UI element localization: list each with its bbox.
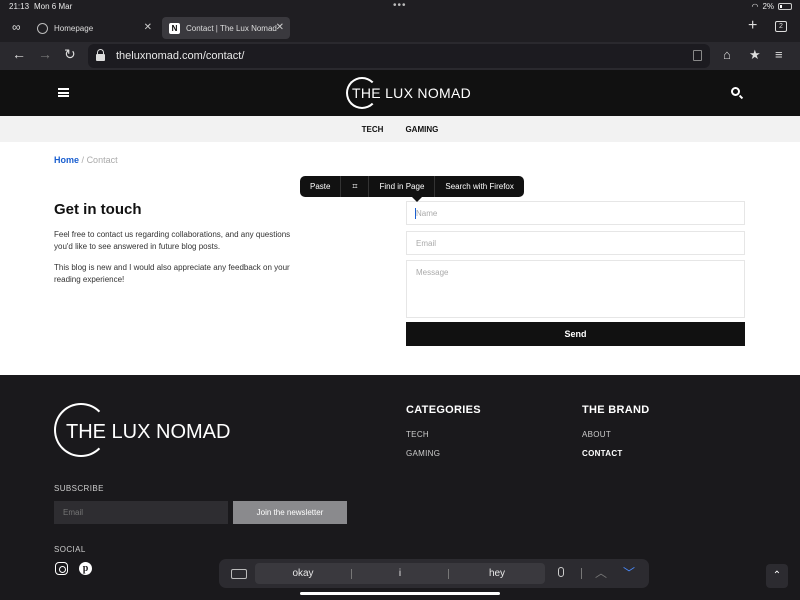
tab-count-button[interactable]: 2 bbox=[775, 21, 787, 32]
scroll-to-top-icon[interactable]: ⌃ bbox=[766, 564, 788, 588]
page-title: Get in touch bbox=[54, 201, 142, 218]
name-field[interactable]: Name bbox=[406, 201, 745, 225]
logo-text: THE LUX NOMAD bbox=[352, 85, 472, 101]
footer-link-about[interactable]: ABOUT bbox=[582, 430, 611, 439]
suggestion[interactable]: okay bbox=[255, 568, 351, 579]
footer-link-tech[interactable]: TECH bbox=[406, 430, 429, 439]
predictive-suggestions: okay i hey bbox=[255, 563, 545, 584]
reader-mode-icon[interactable] bbox=[693, 50, 702, 61]
battery-percent: 2% bbox=[762, 2, 774, 11]
tab-title: Contact | The Lux Nomad bbox=[186, 23, 277, 33]
hamburger-icon[interactable] bbox=[58, 88, 69, 97]
pinterest-icon[interactable]: p bbox=[79, 562, 92, 575]
breadcrumb-home[interactable]: Home bbox=[54, 155, 79, 165]
newsletter-email-input[interactable] bbox=[54, 501, 228, 524]
suggestion[interactable]: hey bbox=[449, 568, 545, 579]
message-field[interactable]: Message bbox=[406, 260, 745, 318]
close-tab-icon[interactable]: ✕ bbox=[144, 22, 152, 33]
status-right: ◠ 2% bbox=[751, 2, 792, 11]
tab-homepage[interactable]: Homepage ✕ bbox=[30, 17, 158, 39]
intro-paragraph: Feel free to contact us regarding collab… bbox=[54, 230, 291, 251]
new-tab-icon[interactable]: + bbox=[748, 17, 757, 35]
private-mode-icon[interactable]: ∞ bbox=[12, 20, 21, 34]
footer-link-gaming[interactable]: GAMING bbox=[406, 449, 440, 458]
multitask-dots-icon[interactable]: ••• bbox=[393, 0, 407, 11]
menu-icon[interactable]: ≡ bbox=[775, 47, 783, 62]
close-tab-icon[interactable]: ✕ bbox=[276, 22, 284, 33]
address-bar[interactable]: theluxnomad.com/contact/ bbox=[88, 44, 710, 68]
send-button[interactable]: Send bbox=[406, 322, 745, 346]
feedback-paragraph: This blog is new and I would also apprec… bbox=[54, 263, 290, 284]
divider bbox=[581, 568, 582, 579]
nav-tech[interactable]: TECH bbox=[362, 125, 384, 134]
find-in-page-option[interactable]: Find in Page bbox=[369, 176, 436, 197]
search-with-firefox-option[interactable]: Search with Firefox bbox=[435, 176, 523, 197]
home-icon[interactable]: ⌂ bbox=[723, 47, 731, 62]
footer-logo[interactable]: THE LUX NOMAD bbox=[54, 403, 254, 461]
status-bar: 21:13 Mon 6 Mar ••• ◠ 2% bbox=[0, 0, 800, 14]
breadcrumb: Home / Contact bbox=[54, 155, 118, 165]
context-menu-pointer bbox=[412, 197, 422, 202]
subscribe-heading: SUBSCRIBE bbox=[54, 484, 104, 493]
microphone-icon[interactable] bbox=[558, 567, 564, 577]
next-field-icon[interactable]: ﹀ bbox=[623, 564, 635, 581]
lock-icon bbox=[96, 49, 105, 61]
home-indicator bbox=[300, 592, 500, 595]
suggestion[interactable]: i bbox=[352, 568, 448, 579]
site-header: THE LUX NOMAD bbox=[0, 70, 800, 116]
breadcrumb-current: Contact bbox=[86, 155, 118, 165]
status-date: Mon 6 Mar bbox=[34, 2, 73, 11]
toolbar: ← → ↻ theluxnomad.com/contact/ ⌂ ★ ≡ bbox=[0, 42, 800, 70]
join-newsletter-button[interactable]: Join the newsletter bbox=[233, 501, 347, 524]
bookmarks-icon[interactable]: ★ bbox=[749, 47, 761, 63]
previous-field-icon[interactable]: ︿ bbox=[595, 564, 607, 581]
context-menu: Paste ⌗ Find in Page Search with Firefox bbox=[300, 176, 524, 197]
status-time: 21:13 bbox=[9, 2, 30, 11]
site-favicon-icon: N bbox=[169, 22, 180, 34]
forward-icon[interactable]: → bbox=[38, 46, 52, 62]
search-icon[interactable] bbox=[731, 87, 740, 96]
nav-gaming[interactable]: GAMING bbox=[405, 125, 438, 134]
categories-heading: CATEGORIES bbox=[406, 404, 481, 416]
brand-heading: THE BRAND bbox=[582, 404, 650, 416]
text-caret bbox=[415, 208, 416, 219]
keyboard-icon[interactable] bbox=[231, 569, 247, 579]
tab-bar: ∞ Homepage ✕ N Contact | The Lux Nomad ✕… bbox=[0, 14, 800, 42]
paste-option[interactable]: Paste bbox=[300, 176, 342, 197]
reload-icon[interactable]: ↻ bbox=[64, 46, 76, 63]
url-text[interactable]: theluxnomad.com/contact/ bbox=[116, 50, 244, 62]
wifi-icon: ◠ bbox=[751, 2, 759, 11]
social-heading: SOCIAL bbox=[54, 545, 86, 554]
email-field[interactable]: Email bbox=[406, 231, 745, 255]
instagram-icon[interactable] bbox=[55, 562, 68, 575]
scan-text-icon[interactable]: ⌗ bbox=[341, 176, 370, 197]
back-icon[interactable]: ← bbox=[12, 46, 26, 62]
tab-title: Homepage bbox=[54, 23, 94, 33]
breadcrumb-separator: / bbox=[81, 155, 85, 165]
battery-icon bbox=[778, 3, 792, 10]
footer-logo-text: THE LUX NOMAD bbox=[66, 421, 231, 443]
keyboard-shortcut-bar: okay i hey ︿ ﹀ bbox=[219, 559, 649, 588]
site-logo[interactable]: THE LUX NOMAD bbox=[346, 76, 471, 110]
category-nav: TECH GAMING bbox=[0, 116, 800, 142]
footer-link-contact[interactable]: CONTACT bbox=[582, 449, 623, 458]
tab-contact[interactable]: N Contact | The Lux Nomad ✕ bbox=[162, 17, 290, 39]
globe-icon bbox=[37, 22, 48, 34]
